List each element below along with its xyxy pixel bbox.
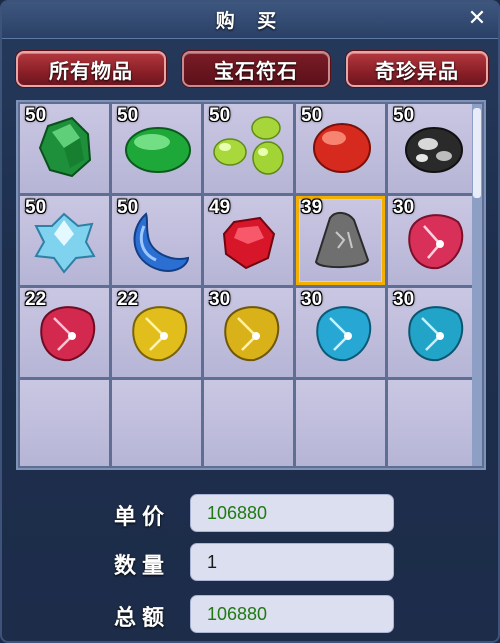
quantity-input[interactable]: 1: [190, 543, 394, 581]
item-quantity: 30: [393, 289, 415, 310]
buy-window: 购 买 ✕ 所有物品 宝石符石 奇珍异品 50 50 50 50 50 50 5…: [0, 0, 500, 643]
item-slot[interactable]: 30: [388, 288, 477, 377]
item-slot[interactable]: 50: [204, 104, 293, 193]
item-quantity: 22: [117, 289, 139, 310]
item-quantity: 22: [25, 289, 47, 310]
item-slot[interactable]: 50: [112, 196, 201, 285]
item-slot[interactable]: 50: [20, 196, 109, 285]
item-slot[interactable]: 22: [112, 288, 201, 377]
item-quantity: 50: [393, 105, 415, 126]
item-quantity: 50: [301, 105, 323, 126]
item-quantity: 50: [117, 105, 139, 126]
window-title: 购 买: [215, 10, 285, 32]
item-slot[interactable]: 49: [204, 196, 293, 285]
scrollbar[interactable]: [472, 104, 482, 466]
item-quantity: 50: [209, 105, 231, 126]
total-label: 总额: [114, 606, 171, 631]
item-slot[interactable]: 30: [296, 288, 385, 377]
tab-rare-items[interactable]: 奇珍异品: [346, 51, 488, 87]
item-quantity: 50: [25, 197, 47, 218]
title-bar: 购 买 ✕: [2, 2, 498, 39]
item-slot[interactable]: 50: [112, 104, 201, 193]
item-quantity: 30: [393, 197, 415, 218]
item-quantity: 39: [301, 197, 323, 218]
close-icon[interactable]: ✕: [464, 6, 490, 32]
empty-slot[interactable]: [112, 380, 201, 466]
item-slot[interactable]: 50: [20, 104, 109, 193]
total-field: 106880: [190, 595, 394, 633]
empty-slot[interactable]: [296, 380, 385, 466]
item-quantity: 30: [301, 289, 323, 310]
item-slot-selected[interactable]: 39: [296, 196, 385, 285]
item-quantity: 50: [25, 105, 47, 126]
item-quantity: 49: [209, 197, 231, 218]
empty-slot[interactable]: [388, 380, 477, 466]
item-slot[interactable]: 30: [388, 196, 477, 285]
tab-gems-runestones[interactable]: 宝石符石: [182, 51, 330, 87]
quantity-label: 数量: [114, 554, 171, 579]
item-slot[interactable]: 22: [20, 288, 109, 377]
unit-price-field: 106880: [190, 494, 394, 532]
item-slot[interactable]: 30: [204, 288, 293, 377]
item-slot[interactable]: 50: [388, 104, 477, 193]
unit-price-label: 单价: [114, 505, 171, 530]
item-quantity: 30: [209, 289, 231, 310]
tab-all-items[interactable]: 所有物品: [16, 51, 166, 87]
empty-slot[interactable]: [20, 380, 109, 466]
empty-slot[interactable]: [204, 380, 293, 466]
item-slot[interactable]: 50: [296, 104, 385, 193]
item-quantity: 50: [117, 197, 139, 218]
item-grid: 50 50 50 50 50 50 50 49 39 30 22 22 30 3…: [16, 100, 486, 470]
scrollbar-thumb[interactable]: [473, 108, 481, 198]
